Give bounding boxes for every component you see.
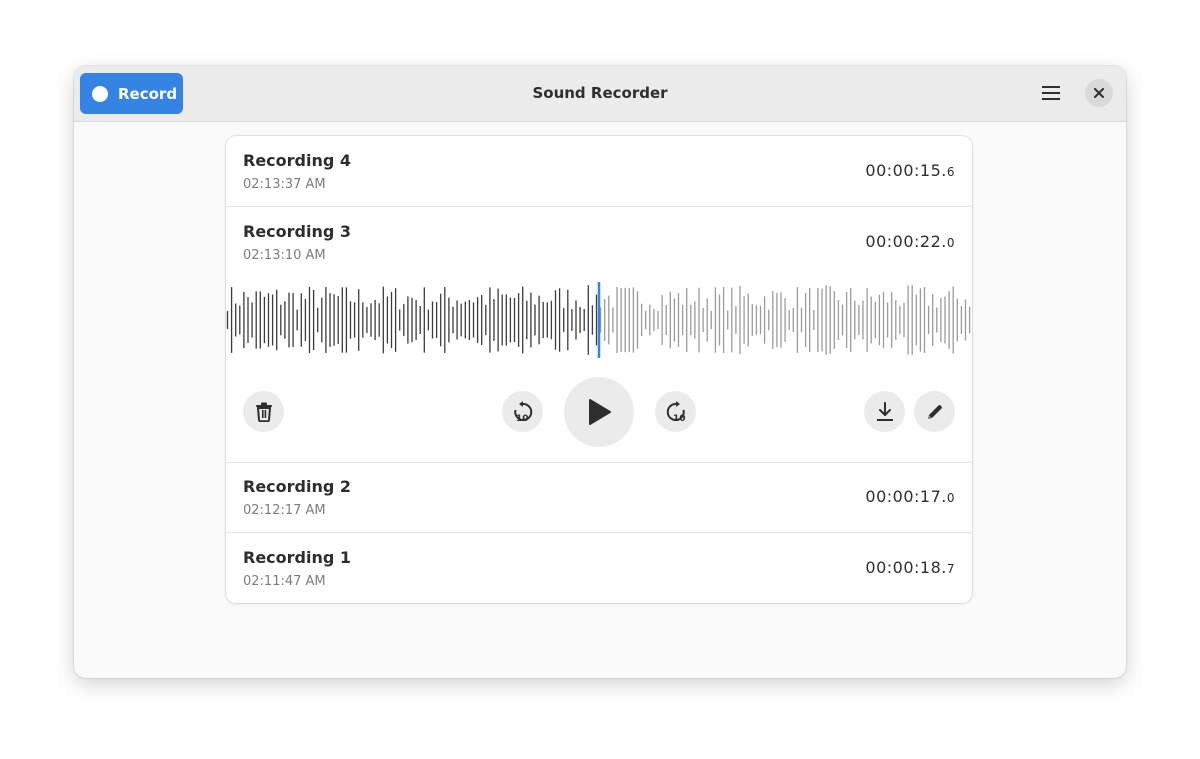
svg-text:10: 10 (516, 414, 529, 423)
recording-name: Recording 4 (243, 151, 352, 170)
recording-time: 02:12:17 AM (243, 503, 326, 518)
svg-text:10: 10 (673, 414, 686, 423)
recording-name: Recording 2 (243, 477, 352, 496)
download-icon (876, 401, 893, 421)
recording-name: Recording 1 (243, 548, 352, 567)
play-button[interactable] (564, 377, 634, 447)
hamburger-menu-icon (1042, 86, 1060, 100)
recording-name: Recording 3 (243, 222, 352, 241)
record-dot-icon (92, 85, 108, 102)
recording-time: 02:11:47 AM (243, 574, 326, 589)
recording-row[interactable]: Recording 2 02:12:17 AM 00:00:17.0 (226, 462, 972, 532)
record-button-label: Record (118, 84, 178, 103)
waveform[interactable] (226, 282, 972, 358)
rewind-10-button[interactable]: 10 (502, 391, 543, 432)
forward-10-button[interactable]: 10 (655, 391, 696, 432)
recording-duration: 00:00:18.7 (865, 558, 955, 577)
rename-button[interactable] (914, 391, 955, 432)
duration-main: 00:00:17. (865, 487, 947, 506)
recording-duration: 00:00:22.0 (865, 232, 955, 251)
duration-main: 00:00:15. (865, 161, 947, 180)
duration-main: 00:00:18. (865, 558, 947, 577)
close-icon (1094, 88, 1104, 98)
duration-fraction: 6 (946, 165, 955, 179)
recording-duration: 00:00:15.6 (865, 161, 955, 180)
rewind-10-icon: 10 (513, 400, 532, 423)
recording-duration: 00:00:17.0 (865, 487, 955, 506)
duration-fraction: 7 (946, 562, 955, 576)
pencil-icon (927, 404, 942, 419)
close-window-button[interactable] (1085, 79, 1113, 107)
record-button[interactable]: Record (80, 73, 183, 114)
duration-fraction: 0 (946, 236, 955, 250)
header-bar: Record Sound Recorder (74, 66, 1126, 122)
play-icon (589, 399, 611, 425)
recording-row-expanded[interactable]: Recording 3 02:13:10 AM 00:00:22.0 (226, 207, 972, 277)
recording-time: 02:13:37 AM (243, 177, 326, 192)
main-menu-button[interactable] (1032, 78, 1070, 108)
app-window: Record Sound Recorder Recording 4 02:13:… (74, 66, 1126, 678)
recording-time: 02:13:10 AM (243, 248, 326, 263)
recording-row[interactable]: Recording 1 02:11:47 AM 00:00:18.7 (226, 533, 972, 603)
export-button[interactable] (864, 391, 905, 432)
forward-10-icon: 10 (666, 400, 686, 423)
recording-row[interactable]: Recording 4 02:13:37 AM 00:00:15.6 (226, 136, 972, 206)
trash-icon (255, 402, 272, 422)
delete-button[interactable] (243, 391, 284, 432)
recordings-list: Recording 4 02:13:37 AM 00:00:15.6 Recor… (226, 136, 972, 603)
window-title: Sound Recorder (532, 84, 668, 102)
duration-main: 00:00:22. (865, 232, 947, 251)
duration-fraction: 0 (946, 491, 955, 505)
